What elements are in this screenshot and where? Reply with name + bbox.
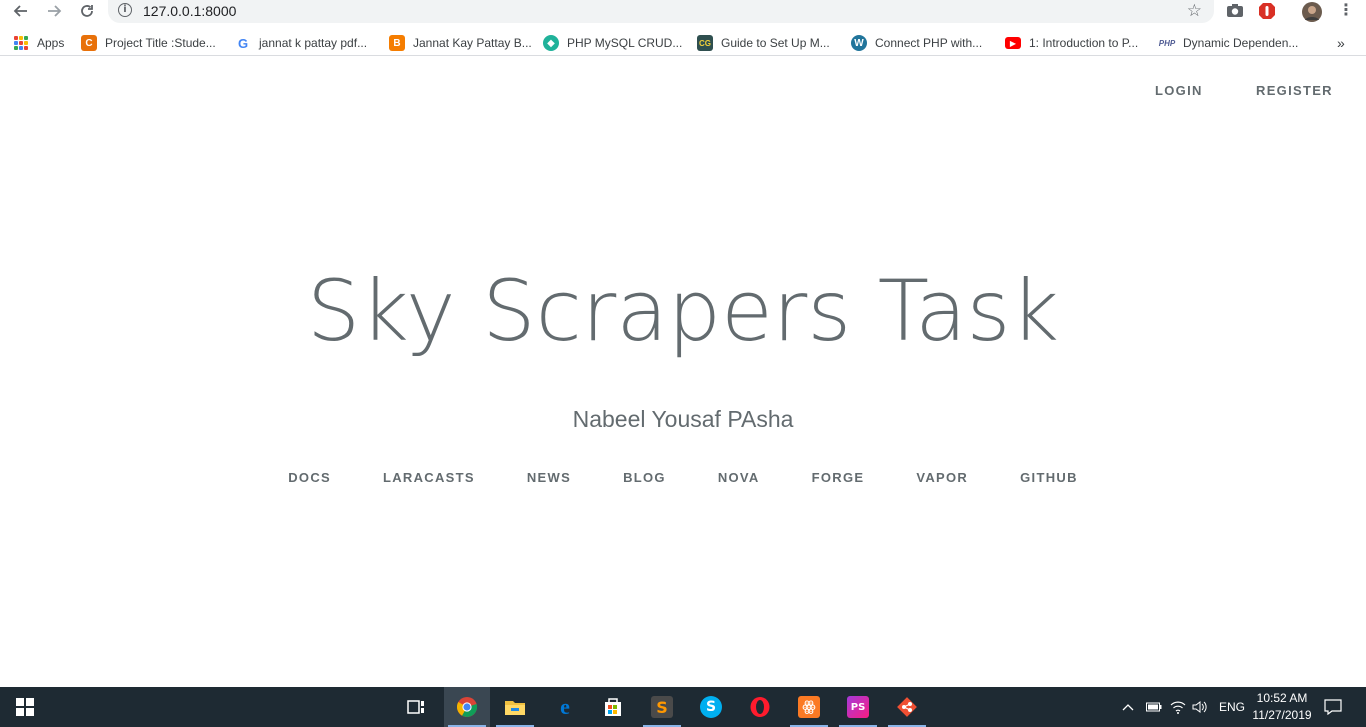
store-icon	[605, 698, 621, 716]
notification-icon	[1324, 699, 1342, 715]
link-forge[interactable]: FORGE	[786, 470, 891, 485]
taskbar-xampp[interactable]: ꙮ	[786, 687, 832, 727]
file-explorer-icon	[505, 701, 525, 715]
battery-icon	[1146, 702, 1162, 712]
bookmark-label: Guide to Set Up M...	[721, 36, 830, 50]
cg-favicon-icon: CG	[697, 35, 713, 51]
task-view-icon	[407, 700, 424, 714]
chrome-icon	[456, 697, 478, 717]
bookmark-label: Dynamic Dependen...	[1183, 36, 1299, 50]
back-button[interactable]	[9, 0, 33, 22]
link-docs[interactable]: DOCS	[262, 470, 357, 485]
bookmark-jannat-blog[interactable]: B Jannat Kay Pattay B...	[389, 34, 532, 52]
task-view-button[interactable]	[393, 687, 439, 727]
taskbar-opera[interactable]	[737, 687, 783, 727]
clock-date: 11/27/2019	[1252, 708, 1312, 722]
bookmark-label: Jannat Kay Pattay B...	[413, 36, 532, 50]
link-nova[interactable]: NOVA	[692, 470, 786, 485]
bookmarks-bar: Apps C Project Title :Stude... G jannat …	[0, 30, 1366, 56]
link-vapor[interactable]: VAPOR	[890, 470, 994, 485]
skype-icon: S	[700, 696, 722, 718]
git-icon	[897, 697, 917, 717]
language-indicator[interactable]: ENG	[1219, 687, 1245, 727]
bookmark-php-crud[interactable]: ◆ PHP MySQL CRUD...	[543, 34, 682, 52]
page-title: Sky Scrapers Task	[306, 262, 1060, 360]
c-favicon-icon: C	[81, 35, 97, 51]
taskbar-store[interactable]	[590, 687, 636, 727]
blogger-favicon-icon: B	[389, 35, 405, 51]
youtube-favicon-icon: ▶	[1005, 37, 1021, 49]
bookmark-intro-youtube[interactable]: ▶ 1: Introduction to P...	[1005, 34, 1138, 52]
taskbar-skype[interactable]: S	[688, 687, 734, 727]
link-news[interactable]: NEWS	[501, 470, 597, 485]
tray-overflow-button[interactable]	[1122, 687, 1134, 727]
bookmark-label: PHP MySQL CRUD...	[567, 36, 683, 50]
bookmark-guide-setup[interactable]: CG Guide to Set Up M...	[697, 34, 830, 52]
taskbar-sublime-text[interactable]: S	[639, 687, 685, 727]
info-icon[interactable]: i	[118, 3, 132, 17]
browser-toolbar: i 127.0.0.1:8000 ☆ ⋮	[0, 0, 1366, 24]
page-content: LOGIN REGISTER Sky Scrapers Task Nabeel …	[0, 62, 1366, 687]
reload-icon	[81, 5, 93, 17]
taskbar-edge[interactable]: e	[542, 687, 588, 727]
link-laracasts[interactable]: LARACASTS	[357, 470, 501, 485]
arrow-left-icon	[13, 5, 27, 17]
apps-grid-icon	[14, 36, 28, 50]
register-link[interactable]: REGISTER	[1256, 83, 1333, 98]
google-favicon-icon: G	[235, 35, 251, 51]
bookmark-project-title[interactable]: C Project Title :Stude...	[81, 34, 216, 52]
page-subtitle: Nabeel Yousaf PAsha	[572, 406, 794, 432]
clock-time: 10:52 AM	[1256, 691, 1308, 705]
gem-favicon-icon: ◆	[543, 35, 559, 51]
chevron-double-right-icon: »	[1337, 35, 1345, 51]
forward-button[interactable]	[42, 0, 66, 22]
browser-menu-icon[interactable]: ⋮	[1336, 2, 1356, 20]
link-github[interactable]: GITHUB	[994, 470, 1104, 485]
bookmark-label: Apps	[37, 36, 65, 50]
action-center-button[interactable]	[1324, 687, 1342, 727]
edge-icon: e	[560, 694, 570, 719]
start-button[interactable]	[2, 687, 48, 727]
bookmarks-overflow-button[interactable]: »	[1337, 34, 1345, 52]
bookmark-label: Connect PHP with...	[875, 36, 983, 50]
bookmark-label: 1: Introduction to P...	[1029, 36, 1139, 50]
chevron-up-icon	[1122, 704, 1134, 711]
wifi-button[interactable]	[1170, 687, 1186, 727]
opera-icon	[750, 697, 770, 717]
bookmark-jannat-pdf[interactable]: G jannat k pattay pdf...	[235, 34, 367, 52]
profile-avatar[interactable]	[1302, 2, 1322, 22]
volume-button[interactable]	[1192, 687, 1208, 727]
camera-extension-icon[interactable]	[1226, 2, 1246, 20]
taskbar-file-explorer[interactable]	[492, 687, 538, 727]
taskbar: e S S ꙮ PS ENG 10:52 AM 11/27/2019	[0, 687, 1366, 727]
bookmark-star-icon[interactable]: ☆	[1187, 1, 1202, 21]
bookmark-dynamic-dependent[interactable]: PHP Dynamic Dependen...	[1159, 34, 1298, 52]
url-text[interactable]: 127.0.0.1:8000	[143, 3, 236, 19]
address-bar[interactable]: i 127.0.0.1:8000 ☆	[108, 0, 1214, 23]
bookmark-label: jannat k pattay pdf...	[259, 36, 368, 50]
battery-button[interactable]	[1146, 687, 1162, 727]
xampp-icon: ꙮ	[798, 696, 820, 718]
bookmark-label: Project Title :Stude...	[105, 36, 216, 50]
taskbar-clock[interactable]: 10:52 AM 11/27/2019	[1244, 690, 1320, 724]
links-nav: DOCS LARACASTS NEWS BLOG NOVA FORGE VAPO…	[0, 470, 1366, 485]
adblock-extension-icon[interactable]	[1258, 2, 1278, 20]
reload-button[interactable]	[75, 0, 99, 22]
login-link[interactable]: LOGIN	[1155, 83, 1203, 98]
bookmark-apps[interactable]: Apps	[14, 34, 64, 52]
taskbar-chrome[interactable]	[444, 687, 490, 727]
link-blog[interactable]: BLOG	[597, 470, 692, 485]
arrow-right-icon	[48, 5, 62, 17]
speaker-icon	[1192, 701, 1207, 713]
windows-logo-icon	[16, 698, 34, 716]
phpstorm-icon: PS	[847, 696, 869, 718]
bookmark-connect-php[interactable]: W Connect PHP with...	[851, 34, 982, 52]
wordpress-favicon-icon: W	[851, 35, 867, 51]
php-favicon-icon: PHP	[1159, 35, 1175, 51]
taskbar-phpstorm[interactable]: PS	[835, 687, 881, 727]
sublime-text-icon: S	[651, 696, 673, 718]
wifi-icon	[1170, 701, 1186, 714]
taskbar-git[interactable]	[884, 687, 930, 727]
